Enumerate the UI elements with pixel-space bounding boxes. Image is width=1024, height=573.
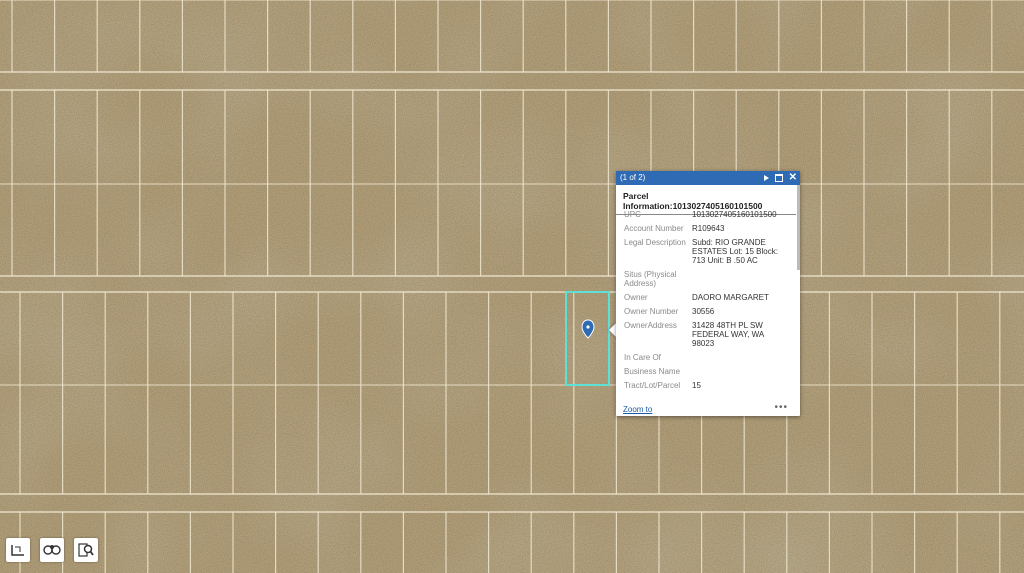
identify-tool-icon xyxy=(78,543,94,557)
maximize-icon[interactable] xyxy=(774,174,783,182)
attribute-key: Business Name xyxy=(624,367,681,376)
attribute-value: Subd: RIO GRANDE ESTATES Lot: 15 Block: … xyxy=(692,238,778,265)
attribute-value xyxy=(690,268,790,291)
attribute-row: Owner Number 30556 xyxy=(622,305,790,319)
attribute-row: Legal Description Subd: RIO GRANDE ESTATE… xyxy=(622,236,790,268)
attribute-key: UPC xyxy=(624,210,641,219)
attribute-key: Tract/Lot/Parcel xyxy=(624,381,681,390)
attribute-row: Owner DAORO MARGARET xyxy=(622,291,790,305)
attribute-key: Situs (Physical Address) xyxy=(624,270,677,288)
attribute-row: Situs (Physical Address) xyxy=(622,268,790,291)
measure-tool-icon xyxy=(11,545,24,556)
attribute-key: Account Number xyxy=(624,224,684,233)
attribute-value: DAORO MARGARET xyxy=(692,293,769,302)
attribute-value: 1013027405160101500 xyxy=(692,210,777,219)
attribute-row: Account Number R109643 xyxy=(622,222,790,236)
attribute-key: Owner xyxy=(624,293,648,302)
attribute-row: In Care Of xyxy=(622,351,790,365)
identify-tool-button[interactable] xyxy=(74,538,98,562)
attribute-value xyxy=(690,351,790,365)
attribute-key: In Care Of xyxy=(624,353,661,362)
next-feature-icon[interactable] xyxy=(763,175,769,181)
measure-tool-button[interactable] xyxy=(6,538,30,562)
more-options-icon[interactable]: ••• xyxy=(774,402,788,413)
attribute-key: Legal Description xyxy=(624,238,686,247)
popup-content[interactable]: UPC 1013027405160101500 Account Number R109… xyxy=(616,205,800,404)
attribute-row: Business Name xyxy=(622,365,790,379)
popup-scrollbar[interactable] xyxy=(797,185,800,270)
popup-header: (1 of 2) ✕ xyxy=(616,171,800,185)
layers-tool-icon xyxy=(43,545,61,555)
attribute-row: OwnerAddress 31428 48TH PL SW FEDERAL WAY… xyxy=(622,319,790,351)
layers-tool-button[interactable] xyxy=(40,538,64,562)
attribute-value xyxy=(690,365,790,379)
parcel-popup: (1 of 2) ✕ Parcel Information:1013027405… xyxy=(616,171,800,416)
attribute-row: UPC 1013027405160101500 xyxy=(622,208,790,222)
zoom-to-link[interactable]: Zoom to xyxy=(623,405,652,414)
aerial-map[interactable] xyxy=(0,0,1024,573)
attribute-value: 31428 48TH PL SW FEDERAL WAY, WA 98023 xyxy=(692,321,764,348)
attribute-value: R109643 xyxy=(692,224,725,233)
popup-counter: (1 of 2) xyxy=(620,173,646,182)
attribute-value: 30556 xyxy=(692,307,715,316)
attribute-table: UPC 1013027405160101500 Account Number R109… xyxy=(622,208,790,393)
attribute-key: Owner Number xyxy=(624,307,679,316)
close-icon[interactable]: ✕ xyxy=(789,171,797,185)
attribute-key: OwnerAddress xyxy=(624,321,677,330)
attribute-value: 15 xyxy=(692,381,701,390)
attribute-row: Tract/Lot/Parcel 15 xyxy=(622,379,790,393)
popup-footer: Zoom to ••• xyxy=(616,402,800,416)
